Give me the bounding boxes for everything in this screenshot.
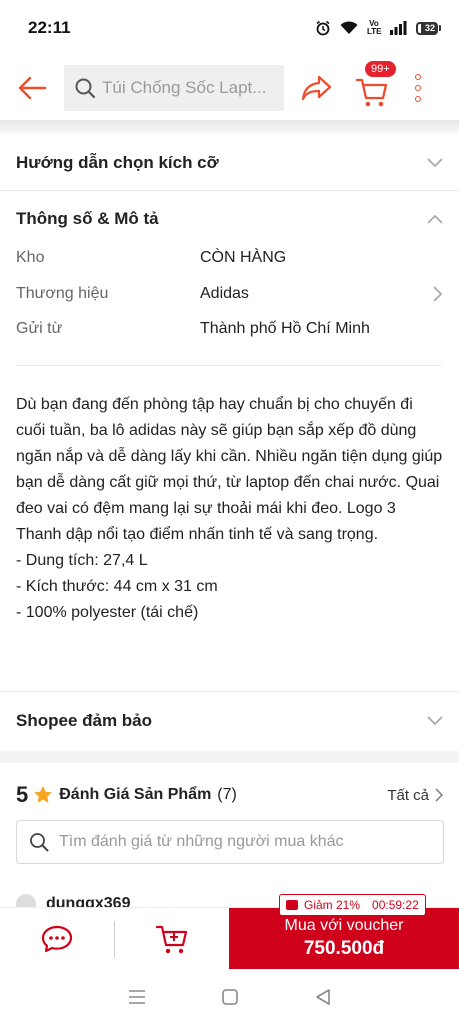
bottom-action-bar: Mua với voucher 750.500đ xyxy=(0,907,459,969)
signal-icon xyxy=(390,21,407,35)
menu-icon[interactable] xyxy=(128,989,146,1005)
add-to-cart-icon xyxy=(155,925,188,954)
divider xyxy=(0,190,459,191)
status-time: 22:11 xyxy=(28,18,71,37)
chevron-up-icon xyxy=(427,214,443,224)
see-all-reviews-link[interactable]: Tất cả xyxy=(387,787,443,804)
alarm-icon xyxy=(316,20,330,36)
buy-with-voucher-button[interactable]: Mua với voucher 750.500đ xyxy=(229,908,459,969)
back-nav-icon[interactable] xyxy=(314,988,332,1006)
more-options-button[interactable] xyxy=(410,70,426,106)
spec-value: Adidas xyxy=(200,285,249,302)
back-button[interactable] xyxy=(14,70,50,106)
section-gap xyxy=(0,751,459,763)
rating-score: 5 xyxy=(16,782,29,807)
spec-value: CÒN HÀNG xyxy=(200,249,287,266)
home-icon[interactable] xyxy=(221,988,239,1006)
wifi-icon xyxy=(340,21,358,34)
system-nav-bar xyxy=(0,969,459,1024)
volte-label: Vo LTE xyxy=(367,19,382,36)
star-icon xyxy=(34,786,53,803)
dot-icon xyxy=(415,85,421,91)
ratings-count: (7) xyxy=(217,786,237,803)
divider xyxy=(0,691,459,692)
size-guide-title: Hướng dẫn chọn kích cỡ xyxy=(16,153,219,172)
description-paragraph: Dù bạn đang đến phòng tập hay chuẩn bị c… xyxy=(16,396,443,543)
cart-badge: 99+ xyxy=(364,60,397,78)
description-bullet: - Kích thước: 44 cm x 31 cm xyxy=(16,578,218,595)
search-placeholder: Túi Chống Sốc Lapt... xyxy=(102,78,267,97)
ratings-header: 5 Đánh Giá Sản Phẩm (7) Tất cả xyxy=(0,777,459,813)
spec-value: Thành phố Hồ Chí Minh xyxy=(200,320,370,337)
voucher-icon xyxy=(286,900,298,910)
guarantee-title: Shopee đảm bảo xyxy=(16,711,153,730)
cart-icon xyxy=(355,78,388,107)
voucher-discount: Giảm 21% xyxy=(304,898,361,912)
specs-header-row[interactable]: Thông số & Mô tả xyxy=(0,198,459,240)
spec-row-brand[interactable]: Thương hiệu Adidas xyxy=(0,281,459,307)
header-shadow xyxy=(0,120,459,134)
guarantee-row[interactable]: Shopee đảm bảo xyxy=(0,698,459,744)
voucher-tag: Giảm 21% 00:59:22 xyxy=(279,894,426,916)
chevron-down-icon xyxy=(427,158,443,168)
see-all-label: Tất cả xyxy=(387,786,429,804)
buy-label: Mua với voucher xyxy=(284,917,404,934)
chat-button[interactable] xyxy=(0,908,114,970)
arrow-left-icon xyxy=(18,76,47,100)
battery-icon: 32 xyxy=(416,21,441,35)
search-bar[interactable]: Túi Chống Sốc Lapt... xyxy=(64,65,284,111)
ratings-title: Đánh Giá Sản Phẩm xyxy=(59,786,212,803)
chevron-right-icon xyxy=(433,286,443,302)
battery-level: 32 xyxy=(424,23,435,33)
description-bullet: - Dung tích: 27,4 L xyxy=(16,552,148,569)
chat-icon xyxy=(41,925,73,953)
chevron-right-icon xyxy=(435,788,443,802)
size-guide-row[interactable]: Hướng dẫn chọn kích cỡ xyxy=(0,140,459,186)
divider xyxy=(16,365,443,366)
spec-row-origin: Gửi từ Thành phố Hồ Chí Minh xyxy=(0,316,459,342)
share-icon xyxy=(301,75,332,101)
specs-title: Thông số & Mô tả xyxy=(16,209,159,228)
product-description: Dù bạn đang đến phòng tập hay chuẩn bị c… xyxy=(16,392,444,626)
spec-label: Kho xyxy=(16,249,45,266)
chevron-down-icon xyxy=(427,716,443,726)
spec-row-stock: Kho CÒN HÀNG xyxy=(0,245,459,271)
status-icons: Vo LTE 32 xyxy=(315,20,441,36)
top-header: Túi Chống Sốc Lapt... 99+ xyxy=(0,56,459,120)
share-button[interactable] xyxy=(300,71,334,105)
buy-price: 750.500đ xyxy=(303,938,385,959)
dot-icon xyxy=(415,74,421,80)
search-icon xyxy=(75,78,96,99)
spec-label: Gửi từ xyxy=(16,320,63,337)
review-search-input[interactable]: Tìm đánh giá từ những người mua khác xyxy=(16,820,444,864)
cart-button[interactable]: 99+ xyxy=(352,60,397,108)
spec-label: Thương hiệu xyxy=(16,285,109,302)
search-icon xyxy=(30,833,49,852)
status-bar: 22:11 Vo LTE 32 xyxy=(0,0,459,56)
description-bullet: - 100% polyester (tái chế) xyxy=(16,604,199,621)
add-to-cart-button[interactable] xyxy=(115,908,229,970)
voucher-timer: 00:59:22 xyxy=(372,898,419,912)
review-search-placeholder: Tìm đánh giá từ những người mua khác xyxy=(59,833,344,850)
dot-icon xyxy=(415,96,421,102)
